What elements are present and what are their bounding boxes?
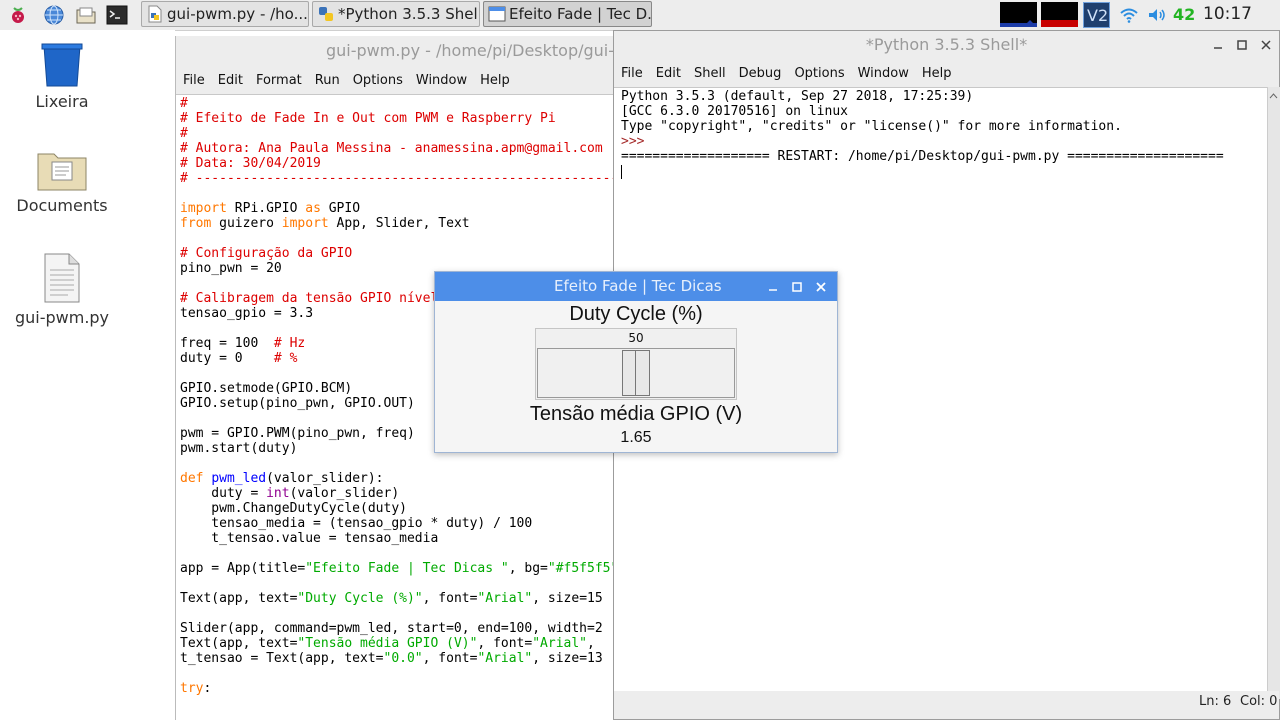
task-label: Efeito Fade | Tec D... — [509, 5, 652, 23]
menu-edit[interactable]: Edit — [218, 73, 243, 88]
task-button-shell[interactable]: *Python 3.5.3 Shel... — [312, 1, 480, 27]
close-icon[interactable] — [1256, 31, 1276, 59]
volume-icon[interactable] — [1146, 5, 1168, 25]
task-label: gui-pwm.py - /ho... — [167, 5, 308, 23]
folder-icon — [37, 153, 87, 191]
raspberry-menu-icon[interactable] — [6, 3, 30, 27]
scroll-up-icon[interactable] — [1268, 90, 1279, 102]
maximize-icon[interactable] — [1232, 31, 1252, 59]
menu-edit[interactable]: Edit — [656, 66, 681, 81]
file-manager-icon[interactable] — [74, 3, 98, 27]
svg-text:V2: V2 — [1087, 6, 1108, 25]
task-label: *Python 3.5.3 Shel... — [338, 5, 480, 23]
menu-options[interactable]: Options — [353, 73, 403, 88]
menu-help[interactable]: Help — [480, 73, 510, 88]
shell-menubar: File Edit Shell Debug Options Window Hel… — [614, 59, 1279, 88]
trash-icon — [41, 43, 83, 87]
wifi-icon[interactable] — [1118, 5, 1140, 25]
app-window: Efeito Fade | Tec Dicas Duty Cycle (%) 5… — [434, 271, 838, 453]
task-button-editor[interactable]: gui-pwm.py - /ho... — [141, 1, 309, 27]
duty-slider[interactable]: 50 — [535, 328, 737, 400]
minimize-icon[interactable] — [1208, 31, 1228, 59]
menu-file[interactable]: File — [621, 66, 643, 81]
shell-line: =================== RESTART: /home/pi/De… — [621, 149, 1224, 164]
python-file-icon — [148, 5, 162, 23]
desktop-icon-gui-pwm[interactable]: gui-pwm.py — [2, 252, 122, 327]
menu-debug[interactable]: Debug — [739, 66, 782, 81]
memory-monitor-graph — [1041, 2, 1078, 27]
menu-help[interactable]: Help — [922, 66, 952, 81]
status-col: Col: 0 — [1240, 694, 1278, 709]
slider-value-label: 50 — [628, 331, 644, 345]
shell-line: Python 3.5.3 (default, Sep 27 2018, 17:2… — [621, 89, 974, 104]
shell-title: *Python 3.5.3 Shell* — [614, 31, 1279, 59]
voltage-heading: Tensão média GPIO (V) — [529, 403, 743, 425]
menu-shell[interactable]: Shell — [694, 66, 726, 81]
desktop-icon-label: Lixeira — [35, 92, 89, 111]
menu-window[interactable]: Window — [858, 66, 909, 81]
menu-run[interactable]: Run — [315, 73, 340, 88]
menu-window[interactable]: Window — [416, 73, 467, 88]
minimize-icon[interactable] — [762, 272, 784, 301]
shell-prompt: >>> — [621, 134, 653, 149]
window-icon — [488, 6, 506, 22]
shell-scrollbar[interactable] — [1267, 87, 1280, 699]
shell-statusbar: Ln: 6 Col: 0 — [614, 691, 1279, 719]
desktop: Lixeira Documents gui-pwm.py — [0, 30, 175, 720]
menu-format[interactable]: Format — [256, 73, 302, 88]
text-file-icon — [44, 253, 80, 303]
slider-handle[interactable] — [622, 350, 650, 396]
taskbar: gui-pwm.py - /ho... *Python 3.5.3 Shel..… — [0, 0, 1280, 31]
menu-file[interactable]: File — [183, 73, 205, 88]
desktop-icon-label: gui-pwm.py — [14, 308, 110, 327]
editor-menubar: File Edit Format Run Options Window Help — [176, 66, 621, 95]
shell-line: Type "copyright", "credits" or "license(… — [621, 119, 1122, 134]
terminal-icon[interactable] — [105, 3, 129, 27]
cpu-monitor-graph — [1000, 2, 1037, 27]
duty-cycle-heading: Duty Cycle (%) — [569, 303, 703, 325]
vnc-icon[interactable]: V2 — [1083, 2, 1110, 28]
menu-options[interactable]: Options — [794, 66, 844, 81]
close-icon[interactable] — [810, 272, 832, 301]
task-button-dialog[interactable]: Efeito Fade | Tec D... — [483, 1, 652, 27]
cpu-usage: 42 — [1173, 5, 1196, 24]
slider-trough[interactable] — [537, 348, 735, 398]
voltage-value: 1.65 — [620, 429, 652, 446]
text-cursor — [621, 165, 622, 179]
desktop-icon-label: Documents — [16, 196, 108, 215]
app-titlebar[interactable]: Efeito Fade | Tec Dicas — [435, 272, 837, 301]
desktop-icon-documents[interactable]: Documents — [2, 148, 122, 215]
shell-line: [GCC 6.3.0 20170516] on linux — [621, 104, 848, 119]
python-icon — [319, 7, 333, 21]
desktop-icon-trash[interactable]: Lixeira — [2, 42, 122, 111]
shell-output[interactable]: Python 3.5.3 (default, Sep 27 2018, 17:2… — [621, 89, 1261, 179]
maximize-icon[interactable] — [786, 272, 808, 301]
app-title: Efeito Fade | Tec Dicas — [554, 277, 722, 295]
browser-globe-icon[interactable] — [42, 3, 66, 27]
clock[interactable]: 10:17 — [1203, 4, 1253, 24]
status-line: Ln: 6 — [1199, 694, 1232, 709]
editor-title: gui-pwm.py - /home/pi/Desktop/gui-pwm.py… — [176, 36, 621, 66]
